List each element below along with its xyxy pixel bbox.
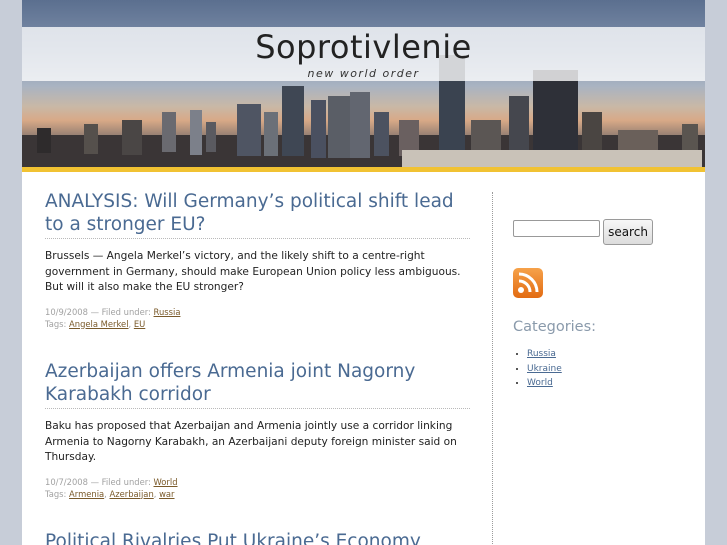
tag-link[interactable]: Armenia [69,489,104,499]
post: ANALYSIS: Will Germany’s political shift… [45,190,470,360]
post-category-link[interactable]: World [154,477,178,487]
post-meta: 10/9/2008 — Filed under: Russia Tags: An… [45,306,181,329]
post-meta: 10/7/2008 — Filed under: World Tags: Arm… [45,476,178,499]
post-tags-label: Tags: [45,318,67,329]
post-title[interactable]: Azerbaijan offers Armenia joint Nagorny … [45,360,470,409]
post-category-link[interactable]: Russia [154,307,181,317]
post: Azerbaijan offers Armenia joint Nagorny … [45,360,470,530]
site-title[interactable]: Soprotivlenie [22,28,705,66]
post-date-filed: 10/7/2008 — Filed under: [45,476,151,487]
search-form: search [513,219,693,245]
tag-link[interactable]: Angela Merkel [69,319,128,329]
post-title[interactable]: Political Rivalries Put Ukraine’s Econom… [45,530,470,545]
post-date-filed: 10/9/2008 — Filed under: [45,306,151,317]
list-item: Ukraine [527,362,562,377]
category-link-russia[interactable]: Russia [527,349,556,359]
post-title[interactable]: ANALYSIS: Will Germany’s political shift… [45,190,470,239]
categories-list: Russia Ukraine World [513,347,562,391]
rss-feed-icon[interactable] [513,268,543,298]
post-excerpt: Brussels — Angela Merkel’s victory, and … [45,250,461,293]
site-header: Soprotivlenie new world order [22,0,705,172]
search-button[interactable]: search [603,219,653,245]
tag-link[interactable]: war [159,489,174,499]
post: Political Rivalries Put Ukraine’s Econom… [45,530,470,545]
categories-heading: Categories: [513,319,597,335]
tag-link[interactable]: EU [134,319,145,329]
list-item: World [527,376,562,391]
category-link-ukraine[interactable]: Ukraine [527,364,562,374]
list-item: Russia [527,347,562,362]
column-divider [492,192,493,545]
post-excerpt: Baku has proposed that Azerbaijan and Ar… [45,420,457,463]
main-content: ANALYSIS: Will Germany’s political shift… [45,190,470,545]
sidebar: search Categories: Russia Ukraine World [513,219,693,388]
search-input[interactable] [513,220,600,237]
tag-link[interactable]: Azerbaijan [109,489,153,499]
page: Soprotivlenie new world order ANALYSIS: … [22,0,705,545]
skyline-banner-image [22,55,705,172]
site-tagline: new world order [307,67,420,80]
post-tags-label: Tags: [45,488,67,499]
category-link-world[interactable]: World [527,378,553,388]
header-accent-bar [22,167,705,172]
